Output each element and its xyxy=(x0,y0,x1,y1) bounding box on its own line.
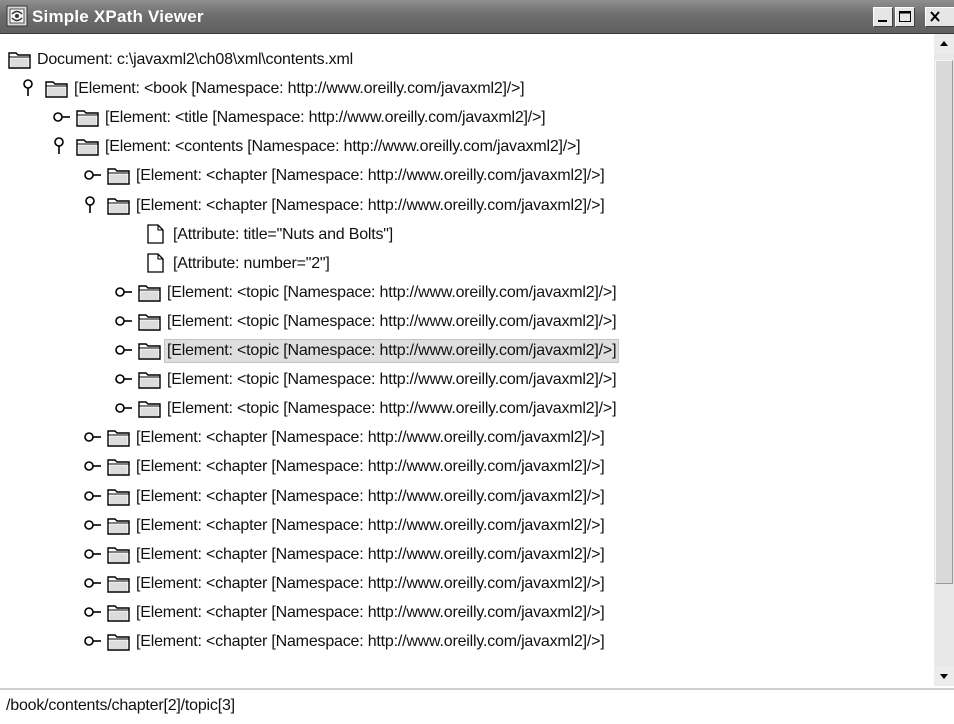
tree-node-label[interactable]: [Element: <chapter [Namespace: http://ww… xyxy=(134,486,606,508)
tree-row[interactable]: [Element: <title [Namespace: http://www.… xyxy=(0,103,934,131)
vertical-scrollbar[interactable] xyxy=(934,34,954,686)
tree-row[interactable]: [Element: <chapter [Namespace: http://ww… xyxy=(0,569,934,597)
collapsed-handle-icon[interactable] xyxy=(82,164,102,186)
folder-icon xyxy=(107,634,130,651)
window-title: Simple XPath Viewer xyxy=(32,7,204,26)
tree-node-label[interactable]: [Element: <title [Namespace: http://www.… xyxy=(103,107,547,129)
collapsed-handle-icon[interactable] xyxy=(113,281,133,303)
tree-node-label[interactable]: [Element: <chapter [Namespace: http://ww… xyxy=(134,456,606,478)
arrow-down-icon xyxy=(940,674,948,679)
folder-icon xyxy=(138,372,161,389)
tree-node-label[interactable]: [Attribute: title="Nuts and Bolts"] xyxy=(171,224,395,246)
tree-node-label[interactable]: [Element: <topic [Namespace: http://www.… xyxy=(165,369,618,391)
close-button[interactable] xyxy=(925,7,954,27)
xpath-expression: /book/contents/chapter[2]/topic[3] xyxy=(6,697,235,714)
status-bar: /book/contents/chapter[2]/topic[3] xyxy=(0,688,954,724)
tree-row[interactable]: [Element: <topic [Namespace: http://www.… xyxy=(0,365,934,393)
minimize-button[interactable] xyxy=(873,7,893,27)
maximize-icon xyxy=(899,11,911,22)
folder-icon xyxy=(138,314,161,331)
tree-node-label[interactable]: [Element: <topic [Namespace: http://www.… xyxy=(165,282,618,304)
tree-node-label[interactable]: [Element: <chapter [Namespace: http://ww… xyxy=(134,544,606,566)
tree-row[interactable]: [Element: <topic [Namespace: http://www.… xyxy=(0,394,934,422)
tree-row[interactable]: [Element: <chapter [Namespace: http://ww… xyxy=(0,161,934,189)
tree-node-label[interactable]: [Element: <book [Namespace: http://www.o… xyxy=(72,78,526,100)
tree-row[interactable]: [Attribute: title="Nuts and Bolts"] xyxy=(0,220,934,248)
expanded-handle-icon[interactable] xyxy=(82,194,102,216)
tree-row[interactable]: [Element: <topic [Namespace: http://www.… xyxy=(0,307,934,335)
collapsed-handle-icon[interactable] xyxy=(113,397,133,419)
tree-node-label[interactable]: [Element: <chapter [Namespace: http://ww… xyxy=(134,195,606,217)
tree-row[interactable]: [Element: <contents [Namespace: http://w… xyxy=(0,132,934,160)
expanded-handle-icon[interactable] xyxy=(20,77,40,99)
scrollbar-thumb[interactable] xyxy=(935,60,953,584)
folder-icon xyxy=(107,459,130,477)
scroll-down-button[interactable] xyxy=(934,666,954,686)
tree-node-label[interactable]: [Element: <chapter [Namespace: http://ww… xyxy=(134,427,606,449)
folder-icon xyxy=(138,285,161,302)
tree-row[interactable]: [Element: <chapter [Namespace: http://ww… xyxy=(0,423,934,451)
tree-row[interactable]: [Element: <chapter [Namespace: http://ww… xyxy=(0,482,934,510)
collapsed-handle-icon[interactable] xyxy=(82,601,102,623)
tree-row[interactable]: [Element: <chapter [Namespace: http://ww… xyxy=(0,191,934,219)
collapsed-handle-icon[interactable] xyxy=(51,106,71,128)
tree-node-label[interactable]: [Element: <chapter [Namespace: http://ww… xyxy=(134,602,606,624)
collapsed-handle-icon[interactable] xyxy=(113,339,133,361)
folder-icon xyxy=(107,605,130,622)
tree-row[interactable]: [Element: <chapter [Namespace: http://ww… xyxy=(0,511,934,539)
collapsed-handle-icon[interactable] xyxy=(82,426,102,448)
tree-node-label[interactable]: [Element: <chapter [Namespace: http://ww… xyxy=(134,573,606,595)
maximize-button[interactable] xyxy=(895,7,915,27)
xpath-tree[interactable]: Document: c:\javaxml2\ch08\xml\contents.… xyxy=(0,34,934,686)
folder-icon xyxy=(138,343,161,360)
folder-icon xyxy=(76,139,99,156)
tree-row[interactable]: [Element: <chapter [Namespace: http://ww… xyxy=(0,452,934,480)
close-icon xyxy=(930,11,940,22)
folder-icon xyxy=(107,546,130,564)
tree-row[interactable]: Document: c:\javaxml2\ch08\xml\contents.… xyxy=(0,45,934,73)
collapsed-handle-icon[interactable] xyxy=(82,543,102,565)
tree-row[interactable]: [Element: <book [Namespace: http://www.o… xyxy=(0,74,934,102)
folder-icon xyxy=(107,488,130,506)
folder-icon xyxy=(138,401,161,418)
tree-row[interactable]: [Element: <topic [Namespace: http://www.… xyxy=(0,278,934,306)
tree-row[interactable]: [Element: <chapter [Namespace: http://ww… xyxy=(0,627,934,655)
collapsed-handle-icon[interactable] xyxy=(82,514,102,536)
folder-icon xyxy=(107,517,130,535)
folder-icon xyxy=(45,81,68,98)
scroll-up-button[interactable] xyxy=(934,34,954,54)
tree-node-label[interactable]: [Element: <chapter [Namespace: http://ww… xyxy=(134,165,606,187)
collapsed-handle-icon[interactable] xyxy=(113,368,133,390)
document-icon xyxy=(147,223,164,244)
tree-row[interactable]: [Element: <topic [Namespace: http://www.… xyxy=(0,336,934,364)
title-bar[interactable]: Simple XPath Viewer xyxy=(0,0,954,34)
folder-icon xyxy=(107,197,130,215)
tree-node-label[interactable]: [Element: <topic [Namespace: http://www.… xyxy=(165,398,618,420)
tree-node-label[interactable]: [Attribute: number="2"] xyxy=(171,253,332,275)
tree-node-label[interactable]: [Element: <contents [Namespace: http://w… xyxy=(103,136,582,158)
minimize-icon xyxy=(878,20,887,22)
collapsed-handle-icon[interactable] xyxy=(82,485,102,507)
folder-icon xyxy=(107,576,130,593)
tree-row[interactable]: [Element: <chapter [Namespace: http://ww… xyxy=(0,598,934,626)
folder-icon xyxy=(76,110,99,127)
tree-node-label[interactable]: [Element: <topic [Namespace: http://www.… xyxy=(165,311,618,333)
tree-row[interactable]: [Attribute: number="2"] xyxy=(0,249,934,277)
collapsed-handle-icon[interactable] xyxy=(82,572,102,594)
tree-node-label-selected[interactable]: [Element: <topic [Namespace: http://www.… xyxy=(163,339,620,363)
folder-icon xyxy=(107,430,130,447)
tree-row[interactable]: [Element: <chapter [Namespace: http://ww… xyxy=(0,540,934,568)
collapsed-handle-icon[interactable] xyxy=(82,455,102,477)
app-icon xyxy=(6,5,28,27)
expanded-handle-icon[interactable] xyxy=(51,135,71,157)
tree-node-label[interactable]: Document: c:\javaxml2\ch08\xml\contents.… xyxy=(35,49,355,71)
document-icon xyxy=(147,253,164,273)
folder-icon xyxy=(107,168,130,186)
collapsed-handle-icon[interactable] xyxy=(82,630,102,652)
folder-icon xyxy=(8,52,31,69)
tree-node-label[interactable]: [Element: <chapter [Namespace: http://ww… xyxy=(134,631,606,653)
arrow-up-icon xyxy=(940,41,948,46)
tree-node-label[interactable]: [Element: <chapter [Namespace: http://ww… xyxy=(134,515,606,537)
collapsed-handle-icon[interactable] xyxy=(113,310,133,332)
